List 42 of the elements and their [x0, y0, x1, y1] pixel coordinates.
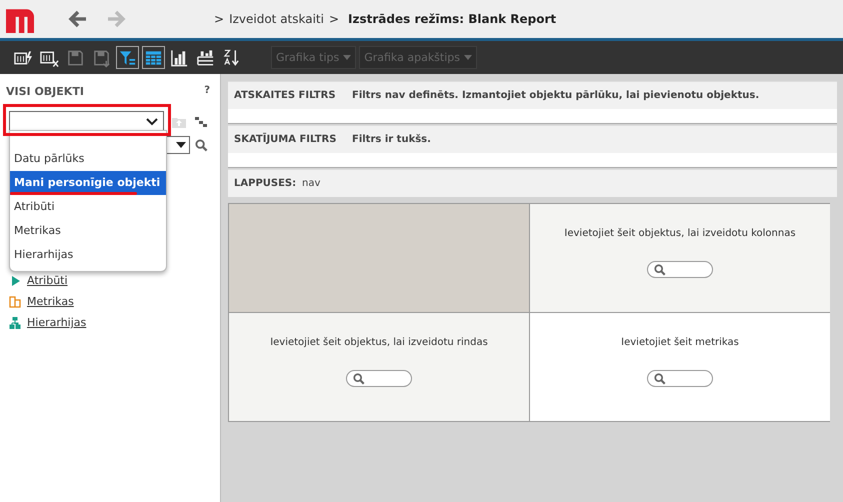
- drop-zone-hint: Ievietojiet šeit metrikas: [621, 337, 739, 348]
- object-link[interactable]: Hierarhijas: [27, 316, 86, 329]
- back-arrow-icon[interactable]: [68, 9, 88, 29]
- search-field[interactable]: [346, 370, 412, 387]
- caret-icon: [176, 142, 186, 148]
- search-icon: [353, 372, 365, 384]
- section-value: nav: [302, 178, 320, 189]
- caret-icon: [343, 55, 352, 60]
- dropdown-option[interactable]: Hierarhijas: [10, 243, 166, 267]
- drop-zone-hint: Ievietojiet šeit objektus, lai izveidotu kolonnas: [564, 228, 796, 239]
- breadcrumb-separator: >: [328, 12, 340, 26]
- caret-icon: [464, 55, 472, 60]
- drop-zone-hint: Ievietojiet šeit objektus, lai izveidotu rindas: [270, 337, 488, 348]
- section-label: SKATĪJUMA FILTRS: [234, 134, 338, 145]
- filter-tool-button[interactable]: [116, 46, 139, 69]
- page-title: Izstrādes režīms: Blank Report: [348, 12, 556, 26]
- chevron-icon: [146, 118, 158, 126]
- section-value: Filtrs ir tukšs.: [352, 134, 431, 145]
- dropdown-option[interactable]: Metrikas: [10, 219, 166, 243]
- search-icon: [654, 372, 666, 384]
- help-link[interactable]: ?: [204, 85, 210, 101]
- section-label: ATSKAITES FILTRS: [234, 90, 337, 101]
- search-icon: [654, 264, 666, 276]
- hierarchy-icon: [9, 316, 21, 328]
- breadcrumb-separator: >: [214, 12, 224, 26]
- search-field[interactable]: [647, 370, 713, 387]
- grid-tool-button[interactable]: [142, 46, 165, 69]
- attribute-icon: [9, 274, 21, 286]
- section-value: Filtrs nav definēts. Izmantojiet objektu pārlūku, lai pievienotu objektus.: [352, 90, 760, 101]
- breadcrumb-link[interactable]: Izveidot atskaiti: [229, 12, 324, 26]
- dropdown-option[interactable]: Datu pārlūks: [10, 147, 166, 171]
- dropdown-option[interactable]: Mani personīgie objekti: [10, 171, 166, 195]
- search-icon[interactable]: [195, 138, 208, 152]
- object-dropdown[interactable]: [9, 111, 164, 132]
- panel-title: VISI OBJEKTI: [6, 85, 84, 100]
- metric-icon: [9, 296, 21, 308]
- dropdown-option[interactable]: Atribūti: [10, 195, 166, 219]
- tree-view-icon[interactable]: [194, 116, 208, 128]
- section-label: LAPPUSES:: [234, 178, 298, 189]
- object-link[interactable]: Metrikas: [27, 295, 74, 308]
- object-link[interactable]: Atribūti: [27, 274, 68, 287]
- search-field[interactable]: [647, 261, 713, 278]
